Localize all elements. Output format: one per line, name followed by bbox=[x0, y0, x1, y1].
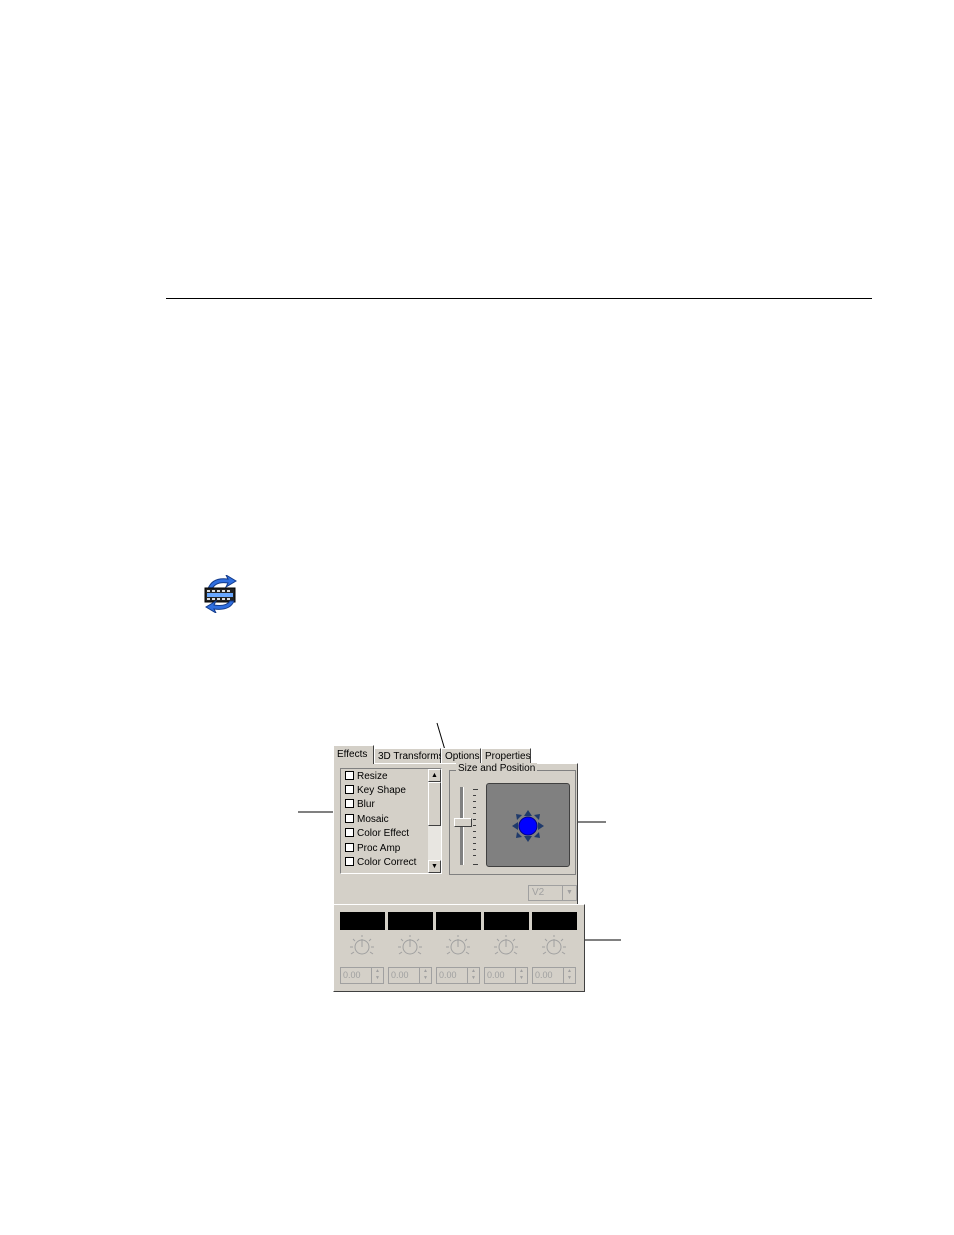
group-label: Size and Position bbox=[456, 763, 538, 774]
value-spinner[interactable]: 0.00 ▲ ▼ bbox=[436, 967, 480, 984]
size-slider-thumb[interactable] bbox=[454, 818, 472, 827]
list-item[interactable]: Key Shape bbox=[345, 784, 406, 798]
checkbox[interactable] bbox=[345, 785, 354, 794]
checkbox[interactable] bbox=[345, 843, 354, 852]
channel-display bbox=[340, 912, 385, 930]
channel-display bbox=[532, 912, 577, 930]
tab-3d-transforms[interactable]: 3D Transforms bbox=[374, 748, 444, 763]
checkbox[interactable] bbox=[345, 799, 354, 808]
list-item[interactable]: Color Correct bbox=[345, 856, 416, 870]
effect-label: Color Correct bbox=[357, 857, 417, 868]
checkbox[interactable] bbox=[345, 857, 354, 866]
callout-lines bbox=[298, 722, 621, 941]
effect-label: Key Shape bbox=[357, 785, 406, 796]
checkbox[interactable] bbox=[345, 828, 354, 837]
spinner-value: 0.00 bbox=[391, 970, 409, 980]
value-spinner[interactable]: 0.00 ▲ ▼ bbox=[532, 967, 576, 984]
knob-icon[interactable] bbox=[348, 934, 376, 960]
knob-icon[interactable] bbox=[540, 934, 568, 960]
spinner-arrows-icon[interactable]: ▲ ▼ bbox=[563, 968, 575, 983]
list-item[interactable]: Resize bbox=[345, 770, 388, 784]
spinner-value: 0.00 bbox=[535, 970, 553, 980]
scroll-down-icon[interactable]: ▼ bbox=[428, 860, 441, 873]
tab-bar: Effects 3D Transforms Options Properties bbox=[333, 744, 585, 764]
position-dot-icon[interactable] bbox=[487, 784, 569, 866]
video-track-value: V2 bbox=[532, 887, 545, 898]
spinner-value: 0.00 bbox=[487, 970, 505, 980]
list-scrollbar[interactable]: ▲ ▼ bbox=[428, 769, 441, 873]
spinner-arrows-icon[interactable]: ▲ ▼ bbox=[467, 968, 479, 983]
effects-list: Resize Key Shape Blur Mosaic Color Effec… bbox=[340, 768, 442, 874]
list-item[interactable]: Proc Amp bbox=[345, 842, 400, 856]
effect-label: Resize bbox=[357, 771, 388, 782]
knob-icon[interactable] bbox=[396, 934, 424, 960]
list-item[interactable]: Color Effect bbox=[345, 827, 409, 841]
list-item[interactable]: Blur bbox=[345, 798, 375, 812]
knob-icon[interactable] bbox=[444, 934, 472, 960]
scroll-up-icon[interactable]: ▲ bbox=[428, 769, 441, 782]
tab-options[interactable]: Options bbox=[441, 748, 481, 763]
size-position-group: Size and Position bbox=[449, 763, 576, 875]
position-preview[interactable] bbox=[486, 783, 570, 867]
knob-icon[interactable] bbox=[492, 934, 520, 960]
checkbox[interactable] bbox=[345, 771, 354, 780]
spinner-arrows-icon[interactable]: ▲ ▼ bbox=[515, 968, 527, 983]
spinner-arrows-icon[interactable]: ▲ ▼ bbox=[419, 968, 431, 983]
list-item[interactable]: Mosaic bbox=[345, 813, 389, 827]
value-spinner[interactable]: 0.00 ▲ ▼ bbox=[340, 967, 384, 984]
effect-label: Blur bbox=[357, 799, 375, 810]
spinner-arrows-icon[interactable]: ▲ ▼ bbox=[371, 968, 383, 983]
effect-label: Proc Amp bbox=[357, 843, 401, 854]
spinner-value: 0.00 bbox=[343, 970, 361, 980]
channel-controls: 0.00 ▲ ▼ 0.00 ▲ ▼ 0.00 ▲ ▼ 0.00 ▲ ▼ 0.00 ▲ ▼ bbox=[333, 904, 585, 992]
video-track-select[interactable]: V2 ▼ bbox=[528, 885, 577, 901]
effect-label: Mosaic bbox=[357, 814, 389, 825]
slider-ticks bbox=[473, 789, 478, 865]
tab-properties[interactable]: Properties bbox=[481, 748, 531, 763]
effect-label: Color Effect bbox=[357, 828, 410, 839]
chevron-down-icon[interactable]: ▼ bbox=[562, 886, 576, 900]
channel-display bbox=[436, 912, 481, 930]
channel-display bbox=[484, 912, 529, 930]
value-spinner[interactable]: 0.00 ▲ ▼ bbox=[388, 967, 432, 984]
value-spinner[interactable]: 0.00 ▲ ▼ bbox=[484, 967, 528, 984]
tab-effects[interactable]: Effects bbox=[333, 745, 374, 764]
spinner-value: 0.00 bbox=[439, 970, 457, 980]
scroll-thumb[interactable] bbox=[428, 782, 441, 826]
effects-panel: Effects 3D Transforms Options Properties… bbox=[333, 744, 585, 994]
channel-display bbox=[388, 912, 433, 930]
checkbox[interactable] bbox=[345, 814, 354, 823]
